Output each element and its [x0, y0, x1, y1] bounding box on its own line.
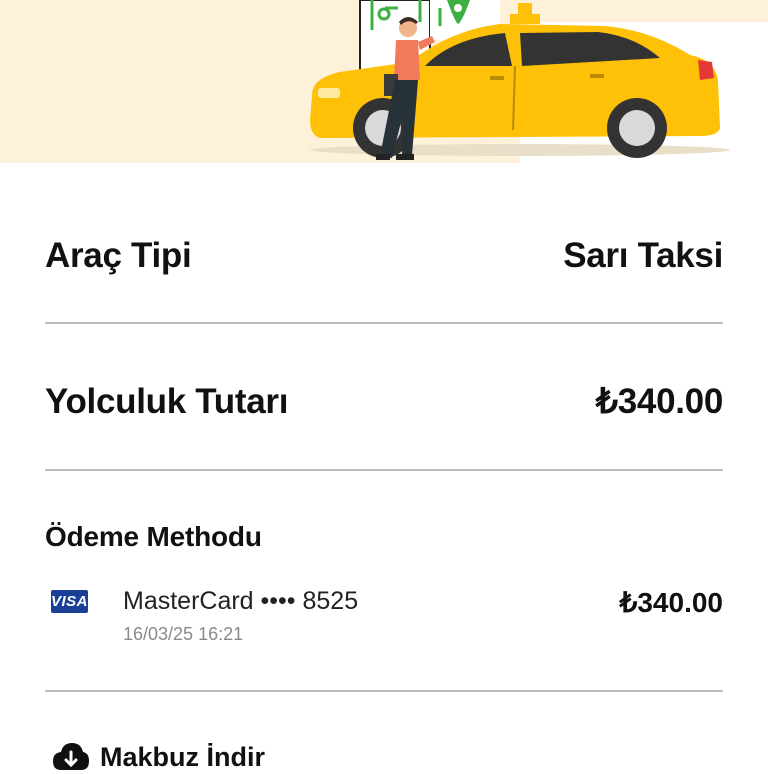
- divider: [45, 690, 723, 692]
- taxi-illustration: [310, 0, 730, 160]
- fare-row: Yolculuk Tutarı ₺340.00: [45, 382, 723, 422]
- payment-method-title: Ödeme Methodu: [45, 521, 262, 552]
- vehicle-type-value: Sarı Taksi: [563, 236, 723, 275]
- card-datetime: 16/03/25 16:21: [123, 624, 244, 644]
- fare-value: ₺340.00: [595, 382, 724, 421]
- divider: [45, 469, 723, 471]
- vehicle-type-label: Araç Tipi: [45, 236, 192, 275]
- hero-illustration: [0, 0, 768, 163]
- visa-card-icon: VISA: [51, 590, 88, 613]
- divider: [45, 322, 723, 324]
- download-receipt-button[interactable]: Makbuz İndir: [52, 740, 265, 774]
- cloud-download-icon: [53, 743, 89, 770]
- card-name: MasterCard •••• 8525: [123, 587, 359, 615]
- card-amount: ₺340.00: [619, 587, 723, 618]
- fare-label: Yolculuk Tutarı: [45, 382, 289, 421]
- vehicle-type-row: Araç Tipi Sarı Taksi: [45, 236, 723, 276]
